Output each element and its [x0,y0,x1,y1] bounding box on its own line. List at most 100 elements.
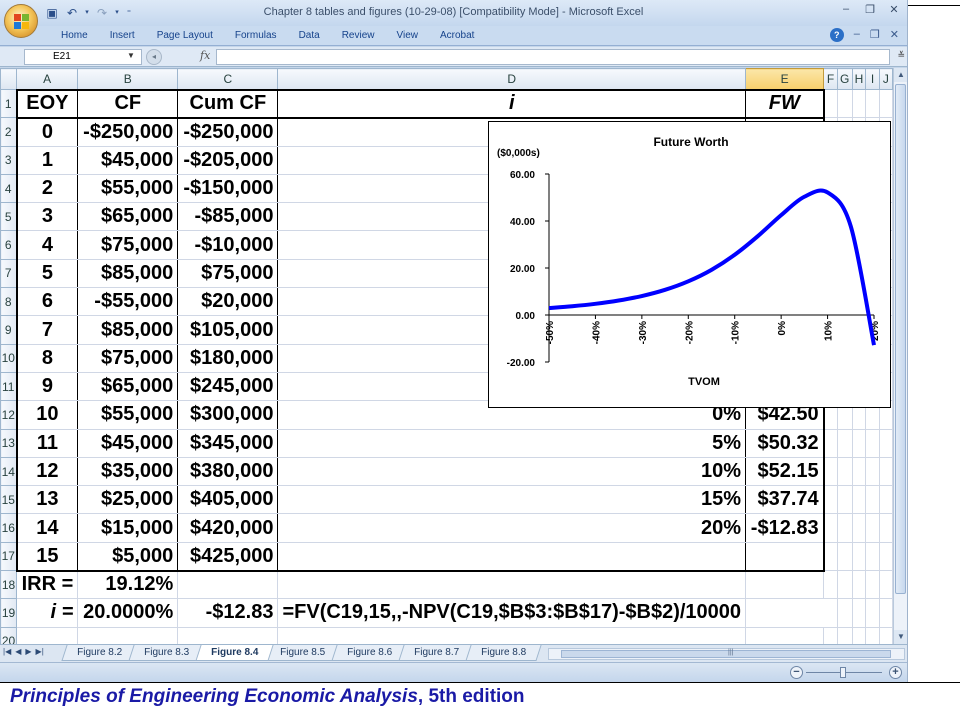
row-header[interactable]: 7 [0,258,18,289]
cell[interactable] [823,457,838,487]
row-header[interactable]: 14 [0,456,18,487]
cell[interactable] [823,485,838,515]
cell[interactable] [865,570,880,600]
row-header[interactable]: 2 [0,117,18,147]
cell[interactable] [852,457,867,487]
row-header[interactable]: 20 [0,626,18,644]
row-header[interactable]: 18 [0,570,18,600]
sheet-tab-figure-8-6[interactable]: Figure 8.6 [331,645,408,661]
row-header[interactable]: 17 [0,541,18,572]
cell[interactable] [837,570,853,600]
cell[interactable] [865,485,880,515]
cell[interactable] [879,457,893,487]
cell[interactable]: $55,000 [77,400,179,430]
sheet-tab-figure-8-4[interactable]: Figure 8.4 [195,645,274,661]
cell[interactable]: -$250,000 [77,117,179,147]
cell[interactable] [837,627,853,644]
cell[interactable] [77,627,179,644]
close-button[interactable]: ✕ [887,3,901,16]
cell[interactable] [837,485,853,515]
row-header[interactable]: 5 [0,202,18,232]
cell[interactable] [823,513,838,543]
cell[interactable]: 2 [15,174,79,204]
workbook-restore-button[interactable]: ❐ [870,28,880,42]
cell[interactable]: $405,000 [177,485,279,515]
cell[interactable] [837,513,853,543]
tab-home[interactable]: Home [50,29,99,43]
future-worth-chart[interactable]: Future Worth ($0,000s) TVOM 60.00 40.00 20.00… [488,121,891,408]
column-header[interactable]: F [823,68,838,90]
formula-cancel-icon[interactable]: ◂ [146,49,162,65]
scroll-up-icon[interactable]: ▲ [894,68,907,82]
cell[interactable] [837,457,853,487]
horizontal-scrollbar[interactable]: ||| [548,648,905,660]
cell[interactable] [177,627,279,644]
horizontal-scroll-thumb[interactable]: ||| [561,649,891,658]
column-header[interactable]: I [865,68,880,90]
cell[interactable] [865,542,880,572]
name-box[interactable]: E21 [24,49,142,65]
cell[interactable]: $55,000 [77,174,179,204]
cell[interactable] [837,429,853,458]
cell[interactable] [852,89,867,119]
cell[interactable] [865,513,880,543]
cell[interactable]: $85,000 [77,315,179,345]
cell[interactable]: $65,000 [77,202,179,232]
cell[interactable]: Cum CF [177,88,279,119]
cell[interactable]: $380,000 [177,457,279,487]
vertical-scrollbar[interactable]: ▲ ▼ [893,68,907,644]
row-header[interactable]: 16 [0,513,18,543]
cell[interactable] [16,627,79,644]
cell[interactable]: -$85,000 [177,202,279,232]
cell[interactable]: 5 [15,259,79,289]
cell[interactable] [865,89,880,119]
cell[interactable] [277,570,747,600]
cell[interactable]: $5,000 [77,542,179,572]
cell[interactable]: 1 [15,146,79,175]
cell[interactable]: $65,000 [77,372,179,402]
cell[interactable] [865,457,880,487]
cell[interactable] [837,89,853,119]
row-header[interactable]: 10 [0,343,18,373]
cell[interactable]: $75,000 [177,259,279,289]
cell[interactable]: 15 [15,542,79,572]
name-box-dropdown-icon[interactable]: ▼ [127,51,135,60]
cell[interactable]: $50.32 [745,429,825,458]
tab-acrobat[interactable]: Acrobat [429,29,485,43]
cell[interactable] [277,627,747,644]
column-header[interactable]: A [16,68,79,90]
cell[interactable]: -$205,000 [177,146,279,175]
cell[interactable] [852,542,867,572]
column-header[interactable]: H [851,68,867,90]
row-header[interactable]: 13 [0,428,18,458]
cell[interactable]: 20.0000% [77,598,179,628]
sheet-tab-figure-8-8[interactable]: Figure 8.8 [465,645,543,661]
cell[interactable]: 7 [15,315,79,345]
cell[interactable]: -$12.83 [177,598,279,628]
cell[interactable] [823,627,838,644]
formula-input[interactable] [216,49,890,65]
cell[interactable] [823,570,838,600]
cell[interactable]: $345,000 [177,429,279,458]
row-header[interactable]: 15 [0,485,18,515]
cell[interactable]: $75,000 [77,344,179,373]
column-header[interactable]: C [177,68,279,90]
cell[interactable] [879,627,893,644]
cell[interactable]: $180,000 [177,344,279,373]
cell[interactable] [837,542,853,572]
cell[interactable]: 10% [277,457,747,487]
sheet-tab-figure-8-5[interactable]: Figure 8.5 [264,645,341,661]
cell[interactable]: 9 [15,372,79,402]
cell[interactable] [852,513,867,543]
cell[interactable]: =FV(C19,15,,-NPV(C19,$B$3:$B$17)-$B$2)/1… [277,598,747,628]
tab-page-layout[interactable]: Page Layout [146,29,224,43]
tab-view[interactable]: View [385,29,429,43]
cell[interactable]: $75,000 [77,230,179,260]
office-button[interactable] [4,4,38,38]
row-header[interactable]: 11 [0,371,18,402]
cell[interactable]: 0 [15,117,79,147]
row-header[interactable]: 3 [0,145,18,175]
cell[interactable] [745,598,824,628]
cell[interactable]: $85,000 [77,259,179,289]
cell[interactable]: 20% [277,513,747,543]
